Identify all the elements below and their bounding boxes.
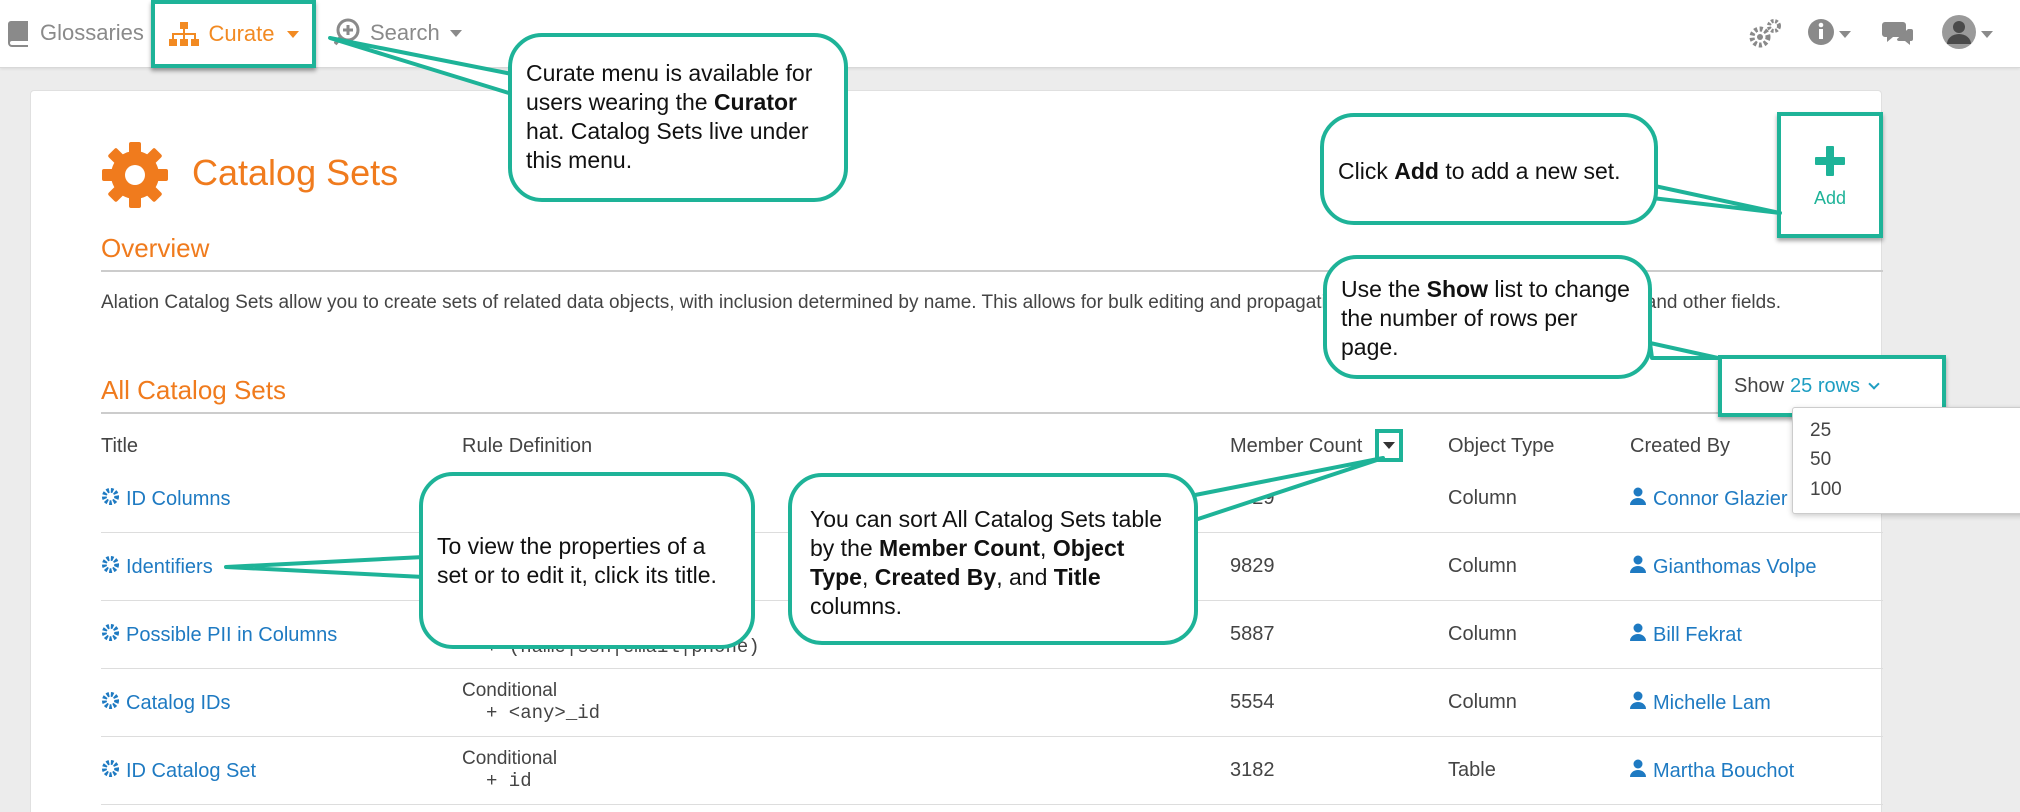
callout-emphasis: Show <box>1426 276 1488 302</box>
callout-text: Use the <box>1341 276 1427 302</box>
callout-text: Click <box>1338 158 1395 184</box>
callout-emphasis: Add <box>1394 158 1439 184</box>
callout-text: to add a new set. <box>1438 158 1621 184</box>
curate-callout-pointer <box>328 36 514 96</box>
callout-emphasis: Member Count <box>879 535 1041 561</box>
callout-emphasis: Title <box>1053 564 1101 590</box>
callout-text: , and <box>996 564 1054 590</box>
callout-text: , <box>861 564 875 590</box>
sort-callout-pointer <box>1183 456 1385 522</box>
sort-callout: You can sort All Catalog Sets table by t… <box>788 473 1198 645</box>
title-callout-pointer <box>224 555 426 579</box>
callout-emphasis: Curator <box>713 89 797 115</box>
title-callout: To view the properties of a set or to ed… <box>419 472 755 649</box>
callout-emphasis: Created By <box>874 564 997 590</box>
add-callout-pointer <box>1648 183 1782 215</box>
callout-text: , <box>1040 535 1053 561</box>
callout-text: columns. <box>810 593 903 619</box>
callout-text: hat. Catalog Sets live under this menu. <box>526 118 809 173</box>
callout-text: To view the properties of a set or to ed… <box>437 533 717 588</box>
add-callout: Click Add to add a new set. <box>1320 113 1658 225</box>
show-callout: Use the Show list to change the number o… <box>1323 255 1652 379</box>
callout-pointers <box>224 36 1782 579</box>
curate-callout: Curate menu is available for users weari… <box>508 33 848 202</box>
show-callout-pointer <box>1648 341 1720 360</box>
